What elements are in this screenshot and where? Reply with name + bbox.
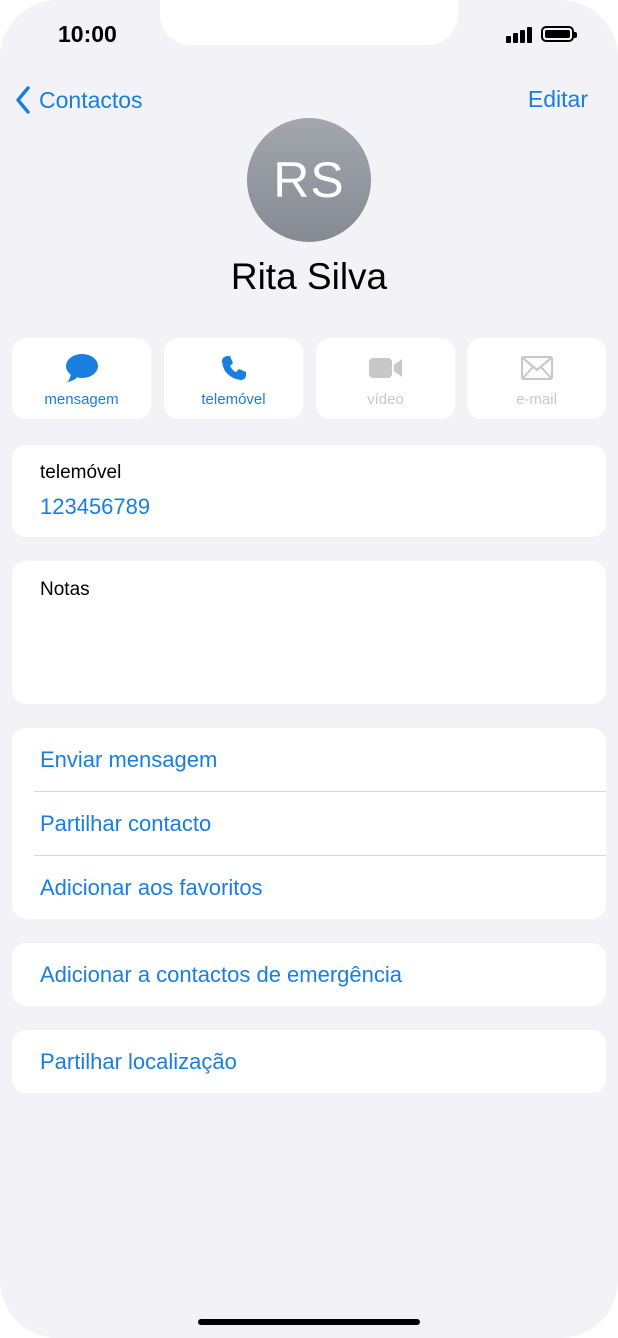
share-contact-option[interactable]: Partilhar contacto: [12, 792, 606, 856]
message-action-button[interactable]: mensagem: [12, 338, 151, 419]
quick-actions: mensagem telemóvel vídeo e-mail: [12, 338, 606, 419]
status-time: 10:00: [58, 21, 117, 47]
avatar: RS: [247, 118, 371, 242]
video-action-label: vídeo: [367, 391, 404, 408]
contact-name: Rita Silva: [230, 256, 388, 297]
phone-label: telemóvel: [40, 462, 122, 483]
call-action-label: telemóvel: [201, 391, 266, 408]
notch: [160, 0, 458, 45]
cellular-signal-icon: [506, 27, 536, 43]
video-action-button[interactable]: vídeo: [316, 338, 455, 419]
add-to-favorites-option[interactable]: Adicionar aos favoritos: [12, 856, 606, 920]
emergency-card: Adicionar a contactos de emergência: [12, 943, 606, 1006]
video-camera-icon: [368, 353, 404, 383]
edit-button[interactable]: Editar: [528, 86, 588, 113]
notes-label: Notas: [40, 579, 90, 600]
avatar-initials: RS: [273, 152, 345, 208]
back-button[interactable]: Contactos: [15, 85, 143, 115]
home-indicator[interactable]: [198, 1319, 420, 1325]
phone-number-link[interactable]: 123456789: [40, 494, 150, 520]
notes-card[interactable]: Notas: [12, 561, 606, 704]
message-action-label: mensagem: [44, 391, 119, 408]
back-label: Contactos: [39, 86, 143, 113]
phone-icon: [220, 353, 248, 383]
envelope-icon: [520, 353, 553, 383]
phone-number-card: telemóvel 123456789: [12, 445, 606, 537]
battery-icon: [541, 26, 577, 42]
chevron-left-icon: [16, 86, 30, 114]
email-action-button[interactable]: e-mail: [467, 338, 606, 419]
add-emergency-contact-option[interactable]: Adicionar a contactos de emergência: [12, 943, 606, 1007]
email-action-label: e-mail: [516, 391, 557, 408]
send-message-option[interactable]: Enviar mensagem: [12, 728, 606, 792]
options-card: Enviar mensagem Partilhar contacto Adici…: [12, 728, 606, 919]
message-bubble-icon: [65, 353, 99, 383]
phone-screen: 10:00 Contactos Editar RS Rita Silva men…: [0, 0, 618, 1338]
share-location-option[interactable]: Partilhar localização: [12, 1030, 606, 1094]
call-action-button[interactable]: telemóvel: [164, 338, 303, 419]
location-card: Partilhar localização: [12, 1030, 606, 1093]
